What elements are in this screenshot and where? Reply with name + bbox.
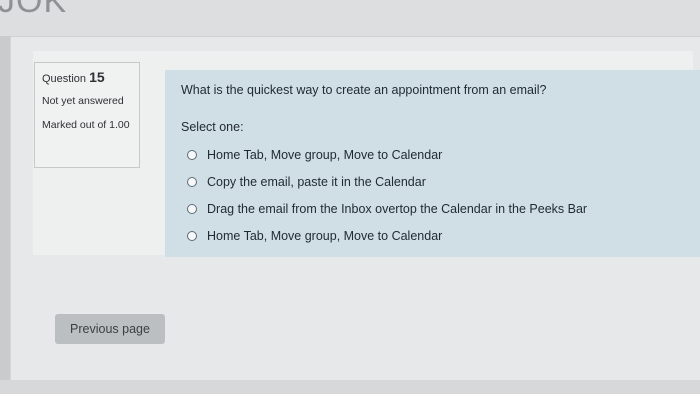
answer-option-label[interactable]: Drag the email from the Inbox overtop th… — [207, 202, 587, 216]
previous-page-button[interactable]: Previous page — [55, 314, 165, 344]
answer-option-4[interactable]: Home Tab, Move group, Move to Calendar — [187, 222, 587, 249]
answer-option-1[interactable]: Home Tab, Move group, Move to Calendar — [187, 141, 587, 168]
quiz-page-panel: Question 15 Not yet answered Marked out … — [10, 36, 700, 387]
partial-header-text: JOK — [0, 0, 68, 20]
answer-options: Home Tab, Move group, Move to Calendar C… — [187, 141, 587, 249]
question-info-box: Question 15 Not yet answered Marked out … — [34, 62, 140, 168]
top-strip: JOK — [0, 0, 700, 36]
radio-button-icon[interactable] — [187, 149, 197, 160]
question-label: Question — [42, 73, 87, 85]
question-number-row: Question 15 — [42, 69, 132, 85]
question-content: What is the quickest way to create an ap… — [165, 70, 700, 257]
question-text: What is the quickest way to create an ap… — [181, 83, 547, 97]
select-one-prompt: Select one: — [181, 120, 244, 134]
answer-option-label[interactable]: Copy the email, paste it in the Calendar — [207, 175, 426, 189]
radio-button-icon[interactable] — [187, 203, 197, 214]
answer-option-3[interactable]: Drag the email from the Inbox overtop th… — [187, 195, 587, 222]
answer-option-label[interactable]: Home Tab, Move group, Move to Calendar — [207, 148, 442, 162]
question-number: 15 — [89, 69, 105, 85]
question-grade: Marked out of 1.00 — [42, 119, 130, 131]
question-state: Not yet answered — [42, 95, 124, 107]
radio-button-icon[interactable] — [187, 230, 197, 241]
answer-option-2[interactable]: Copy the email, paste it in the Calendar — [187, 168, 587, 195]
answer-option-label[interactable]: Home Tab, Move group, Move to Calendar — [207, 229, 442, 243]
radio-button-icon[interactable] — [187, 176, 197, 187]
bottom-strip — [0, 380, 700, 394]
